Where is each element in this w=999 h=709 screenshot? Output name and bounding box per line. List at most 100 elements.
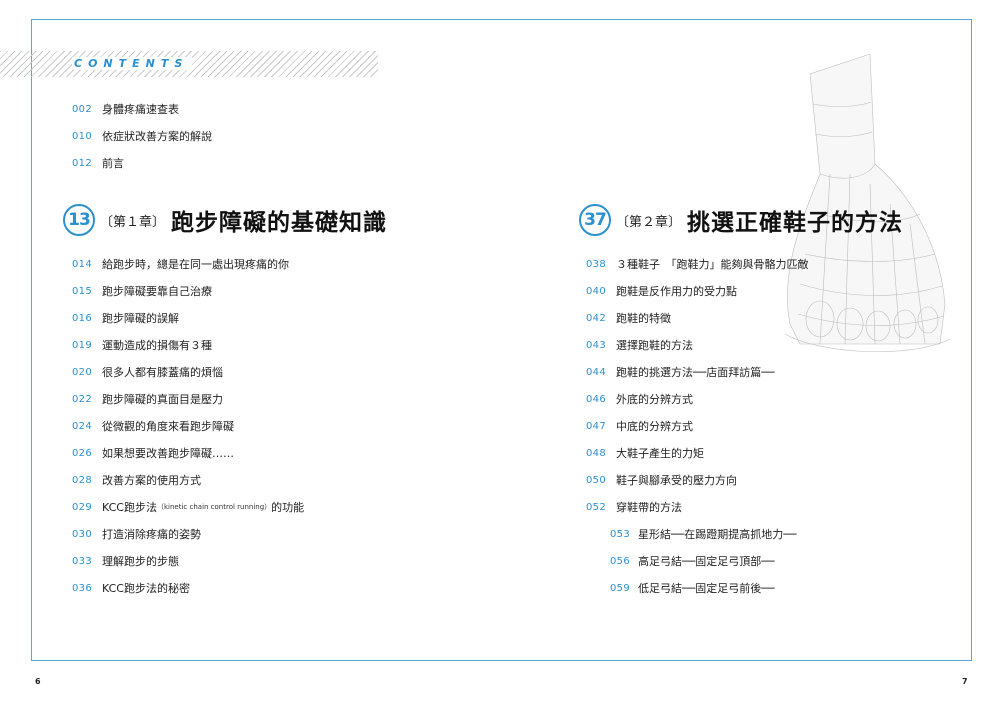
list-item[interactable]: 043 選擇跑鞋的方法	[586, 337, 693, 353]
list-item[interactable]: 012 前言	[72, 155, 124, 171]
list-item[interactable]: 010 依症狀改善方案的解說	[72, 128, 212, 144]
page-number: 053	[610, 528, 630, 540]
entry-title: 跑步障礙的誤解	[102, 312, 179, 325]
list-item[interactable]: 050 鞋子與腳承受的壓力方向	[586, 472, 737, 488]
entry-title: 低足弓結──固定足弓前後──	[638, 582, 775, 595]
list-item[interactable]: 002 身體疼痛速查表	[72, 101, 179, 117]
entry-title: 鞋子與腳承受的壓力方向	[616, 474, 737, 487]
entry-title: 中底的分辨方式	[616, 420, 693, 433]
entry-title-end: 的功能	[271, 501, 305, 514]
page-number: 028	[72, 474, 92, 486]
sub-list-item[interactable]: 053 星形結──在踢蹬期提高抓地力──	[610, 526, 797, 542]
entry-title: 跑鞋是反作用力的受力點	[616, 285, 737, 298]
list-item[interactable]: 015 跑步障礙要靠自己治療	[72, 283, 212, 299]
entry-title: 如果想要改善跑步障礙……	[102, 447, 234, 460]
left-page-number: 6	[35, 677, 41, 686]
chapter-tag: 〔第２章〕	[616, 214, 682, 230]
entry-title: 依症狀改善方案的解說	[102, 130, 212, 143]
list-item[interactable]: 020 很多人都有膝蓋痛的煩惱	[72, 364, 223, 380]
page-number: 019	[72, 339, 92, 351]
page-number: 010	[72, 130, 92, 142]
chapter-2-heading[interactable]: 37 〔第２章〕 挑選正確鞋子的方法	[579, 203, 903, 237]
list-item[interactable]: 036 KCC跑步法的秘密	[72, 580, 190, 596]
page-number: 046	[586, 393, 606, 405]
list-item[interactable]: 047 中底的分辨方式	[586, 418, 693, 434]
entry-title: 運動造成的損傷有３種	[102, 339, 212, 352]
right-page-number: 7	[962, 677, 968, 686]
page-number: 015	[72, 285, 92, 297]
entry-title: KCC跑步法	[102, 501, 157, 514]
page-number: 044	[586, 366, 606, 378]
chapter-title: 跑步障礙的基礎知識	[171, 210, 388, 236]
page-number: 026	[72, 447, 92, 459]
entry-title: 選擇跑鞋的方法	[616, 339, 693, 352]
sub-list-item[interactable]: 056 高足弓結──固定足弓頂部──	[610, 553, 775, 569]
entry-title: 跑步障礙的真面目是壓力	[102, 393, 223, 406]
entry-title: 很多人都有膝蓋痛的煩惱	[102, 366, 223, 379]
page-number: 042	[586, 312, 606, 324]
chapter-number-badge: 13	[63, 204, 95, 236]
page-number: 024	[72, 420, 92, 432]
page-number: 014	[72, 258, 92, 270]
list-item[interactable]: 024 從微觀的角度來看跑步障礙	[72, 418, 234, 434]
page-number: 033	[72, 555, 92, 567]
page-number: 050	[586, 474, 606, 486]
page-number: 012	[72, 157, 92, 169]
page-number: 048	[586, 447, 606, 459]
entry-title: 給跑步時，總是在同一處出現疼痛的你	[102, 258, 289, 271]
list-item[interactable]: 046 外底的分辨方式	[586, 391, 693, 407]
page-number: 056	[610, 555, 630, 567]
entry-title: 跑步障礙要靠自己治療	[102, 285, 212, 298]
list-item[interactable]: 044 跑鞋的挑選方法──店面拜訪篇──	[586, 364, 775, 380]
entry-title: 打造消除疼痛的姿勢	[102, 528, 201, 541]
page-number: 040	[586, 285, 606, 297]
chapter-1-heading[interactable]: 13 〔第１章〕 跑步障礙的基礎知識	[63, 203, 387, 237]
page-number: 020	[72, 366, 92, 378]
page-number: 043	[586, 339, 606, 351]
list-item[interactable]: 048 大鞋子產生的力矩	[586, 445, 704, 461]
list-item[interactable]: 033 理解跑步的步態	[72, 553, 179, 569]
list-item[interactable]: 022 跑步障礙的真面目是壓力	[72, 391, 223, 407]
list-item[interactable]: 028 改善方案的使用方式	[72, 472, 201, 488]
sub-list-item[interactable]: 059 低足弓結──固定足弓前後──	[610, 580, 775, 596]
page-number: 059	[610, 582, 630, 594]
entry-title: 穿鞋帶的方法	[616, 501, 682, 514]
chapter-title: 挑選正確鞋子的方法	[687, 210, 904, 236]
chapter-tag: 〔第１章〕	[100, 214, 166, 230]
entry-title: 跑鞋的特徵	[616, 312, 671, 325]
list-item[interactable]: 038 ３種鞋子 「跑鞋力」能夠與骨骼力匹敵	[586, 256, 809, 272]
list-item[interactable]: 014 給跑步時，總是在同一處出現疼痛的你	[72, 256, 289, 272]
page-number: 038	[586, 258, 606, 270]
chapter-number-badge: 37	[579, 204, 611, 236]
page-number: 036	[72, 582, 92, 594]
entry-title: 改善方案的使用方式	[102, 474, 201, 487]
list-item[interactable]: 052 穿鞋帶的方法	[586, 499, 682, 515]
list-item[interactable]: 026 如果想要改善跑步障礙……	[72, 445, 234, 461]
entry-title: ３種鞋子 「跑鞋力」能夠與骨骼力匹敵	[616, 258, 809, 271]
list-item[interactable]: 042 跑鞋的特徵	[586, 310, 671, 326]
entry-title: 大鞋子產生的力矩	[616, 447, 704, 460]
entry-title: 前言	[102, 157, 124, 170]
entry-title: KCC跑步法的秘密	[102, 582, 190, 595]
entry-title: 星形結──在踢蹬期提高抓地力──	[638, 528, 797, 541]
list-item[interactable]: 030 打造消除疼痛的姿勢	[72, 526, 201, 542]
list-item[interactable]: 019 運動造成的損傷有３種	[72, 337, 212, 353]
entry-title: 身體疼痛速查表	[102, 103, 179, 116]
list-item[interactable]: 016 跑步障礙的誤解	[72, 310, 179, 326]
entry-title: 高足弓結──固定足弓頂部──	[638, 555, 775, 568]
page-number: 029	[72, 501, 92, 513]
entry-english-note: （kinetic chain control running）	[156, 503, 272, 511]
entry-title: 從微觀的角度來看跑步障礙	[102, 420, 234, 433]
list-item[interactable]: 029 KCC跑步法 （kinetic chain control runnin…	[72, 499, 304, 515]
page-number: 052	[586, 501, 606, 513]
page-number: 047	[586, 420, 606, 432]
contents-heading: CONTENTS	[72, 57, 193, 70]
entry-title: 外底的分辨方式	[616, 393, 693, 406]
page-number: 002	[72, 103, 92, 115]
page-number: 030	[72, 528, 92, 540]
page-number: 022	[72, 393, 92, 405]
page-number: 016	[72, 312, 92, 324]
entry-title: 理解跑步的步態	[102, 555, 179, 568]
list-item[interactable]: 040 跑鞋是反作用力的受力點	[586, 283, 737, 299]
entry-title: 跑鞋的挑選方法──店面拜訪篇──	[616, 366, 775, 379]
